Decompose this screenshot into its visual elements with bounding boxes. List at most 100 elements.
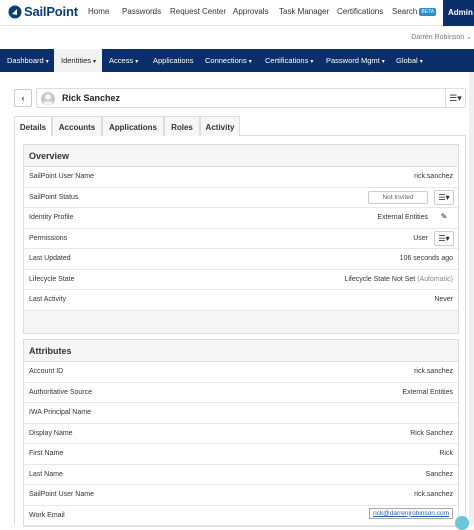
nav-applications-label: Applications — [153, 56, 194, 65]
attr-row-sailpoint-username: SailPoint User Name rick.sanchez — [24, 485, 458, 506]
tab-activity[interactable]: Activity — [200, 116, 240, 136]
nav-access[interactable]: Access ▾ — [102, 49, 144, 72]
pencil-icon: ✎ — [440, 212, 448, 221]
main-nav: Dashboard ▾ Identities ▾ Access ▾ Applicati… — [0, 49, 474, 72]
identity-tabs: Details Accounts Applications Roles Acti… — [14, 116, 466, 137]
toplink-request-center[interactable]: Request Center — [170, 7, 233, 16]
tab-accounts[interactable]: Accounts — [52, 116, 102, 136]
nav-certifications[interactable]: Certifications ▾ — [258, 49, 319, 72]
row-label: First Name — [29, 450, 64, 457]
toplink-task-manager[interactable]: Task Manager — [279, 7, 337, 16]
toplink-search[interactable]: Search BETA — [392, 7, 437, 16]
sailpoint-logo[interactable]: SailPoint — [8, 4, 78, 19]
row-value: Lifecycle State Not Set (Automatic) — [344, 276, 453, 283]
chevron-down-icon: ▾ — [310, 59, 314, 65]
tab-applications[interactable]: Applications — [102, 116, 164, 136]
attributes-title: Attributes — [24, 340, 458, 362]
row-label: SailPoint User Name — [29, 491, 94, 498]
attr-row-display-name: Display Name Rick Sanchez — [24, 424, 458, 444]
row-label: Identity Profile — [29, 214, 74, 221]
nav-dashboard-label: Dashboard — [7, 56, 44, 65]
row-value: Never — [434, 296, 453, 303]
attr-row-account-id: Account ID rick.sanchez — [24, 362, 458, 383]
tab-roles[interactable]: Roles — [164, 116, 200, 136]
status-badge: Not Invited — [368, 190, 428, 204]
nav-password-mgmt-label: Password Mgmt — [326, 56, 380, 65]
sailpoint-logo-icon — [8, 5, 22, 18]
nav-dashboard[interactable]: Dashboard ▾ — [0, 49, 54, 72]
toplink-approvals[interactable]: Approvals — [233, 7, 279, 16]
nav-identities-label: Identities — [61, 56, 92, 65]
row-label: Last Updated — [29, 255, 71, 262]
row-label: Work Email — [29, 511, 65, 519]
identity-name: Rick Sanchez — [62, 93, 121, 103]
row-value: User — [413, 234, 428, 242]
row-value: External Entities — [402, 388, 453, 396]
attr-row-first-name: First Name Rick — [24, 444, 458, 465]
panel-footer — [24, 310, 458, 333]
tab-details[interactable]: Details — [14, 116, 52, 137]
row-label: Last Activity — [29, 296, 66, 303]
row-value: Sanchez — [425, 470, 453, 478]
row-label: Display Name — [29, 429, 73, 437]
edit-profile-button[interactable]: ✎ — [434, 210, 454, 225]
overview-panel: Overview SailPoint User Name rick.sanche… — [23, 144, 459, 334]
chevron-down-icon: ⌄ — [466, 34, 472, 41]
permissions-menu-button[interactable]: ☰▾ — [434, 230, 454, 246]
back-button[interactable]: ‹ — [14, 89, 32, 107]
nav-identities[interactable]: Identities ▾ — [54, 49, 102, 72]
chevron-down-icon: ▾ — [45, 59, 49, 65]
row-value: 106 seconds ago — [399, 255, 453, 262]
nav-global-label: Global — [396, 56, 418, 65]
nav-password-mgmt[interactable]: Password Mgmt ▾ — [319, 49, 389, 72]
toplink-search-label: Search — [392, 7, 418, 16]
overview-row-lifecycle-state: Lifecycle State Lifecycle State Not Set … — [24, 270, 458, 290]
toplink-passwords[interactable]: Passwords — [122, 7, 170, 16]
attributes-panel: Attributes Account ID rick.sanchez Autho… — [23, 339, 459, 527]
overview-row-identity-profile: Identity Profile External Entities ✎ — [24, 208, 458, 229]
top-links: Home Passwords Request Center Approvals … — [88, 7, 437, 16]
chat-bubble-icon[interactable] — [455, 516, 469, 530]
row-label: Account ID — [29, 368, 64, 375]
overview-row-status: SailPoint Status Not Invited ☰▾ — [24, 188, 458, 208]
overview-row-username: SailPoint User Name rick.sanchez — [24, 167, 458, 188]
work-email-link[interactable]: rick@darrenjrobinson.com — [369, 507, 453, 519]
details-tab-panel: Overview SailPoint User Name rick.sanche… — [14, 136, 466, 527]
row-value: rick.sanchez — [414, 368, 453, 375]
identity-actions-button[interactable]: ☰▾ — [445, 89, 465, 107]
row-label: SailPoint Status — [29, 193, 79, 201]
overview-title: Overview — [24, 145, 458, 167]
status-menu-button[interactable]: ☰▾ — [434, 189, 454, 205]
overview-row-permissions: Permissions User ☰▾ — [24, 229, 458, 249]
attr-row-authoritative-source: Authoritative Source External Entities — [24, 383, 458, 403]
nav-applications[interactable]: Applications — [146, 49, 198, 72]
hamburger-dropdown-icon: ☰▾ — [438, 192, 450, 202]
brand-name: SailPoint — [24, 4, 78, 19]
row-value: Rick — [439, 450, 453, 457]
beta-badge: BETA — [419, 8, 437, 16]
attr-row-last-name: Last Name Sanchez — [24, 465, 458, 485]
chevron-down-icon: ▾ — [135, 59, 139, 65]
admin-button[interactable]: Admin — [443, 0, 474, 26]
overview-row-last-activity: Last Activity Never — [24, 290, 458, 311]
lifecycle-note: (Automatic) — [417, 275, 453, 283]
nav-connections[interactable]: Connections ▾ — [198, 49, 258, 72]
row-label: Last Name — [29, 470, 63, 478]
top-bar: SailPoint Home Passwords Request Center … — [0, 0, 474, 26]
attr-row-work-email: Work Email rick@darrenjrobinson.com — [24, 506, 458, 526]
nav-global[interactable]: Global ▾ — [389, 49, 429, 72]
row-value: rick.sanchez — [414, 491, 453, 498]
row-value: External Entities — [377, 214, 428, 221]
nav-access-label: Access — [109, 56, 134, 65]
nav-connections-label: Connections — [205, 56, 247, 65]
page-scrollbar[interactable] — [469, 72, 474, 525]
avatar — [41, 92, 55, 106]
toplink-home[interactable]: Home — [88, 7, 122, 16]
user-menu[interactable]: Darren Robinson ⌄ — [411, 33, 472, 41]
identity-header: ‹ Rick Sanchez ☰▾ — [14, 88, 466, 108]
chevron-down-icon: ▾ — [93, 59, 97, 65]
row-value: rick.sanchez — [414, 173, 453, 180]
row-label: IWA Principal Name — [29, 409, 91, 416]
hamburger-dropdown-icon: ☰▾ — [449, 93, 462, 103]
toplink-certifications[interactable]: Certifications — [337, 7, 392, 16]
